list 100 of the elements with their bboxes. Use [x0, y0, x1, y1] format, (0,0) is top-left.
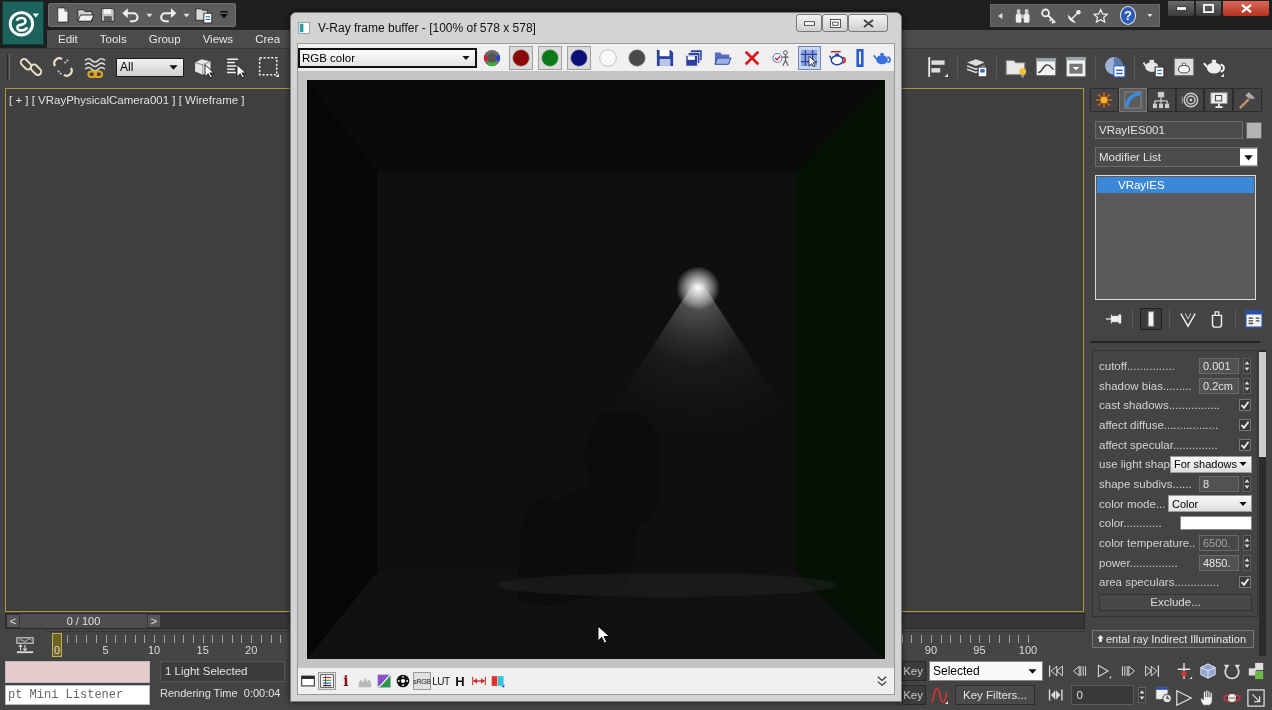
maximize-button[interactable] [1195, 0, 1222, 17]
scrollbar-thumb[interactable] [1259, 352, 1266, 457]
project-folder-icon[interactable] [195, 6, 214, 24]
undo-icon[interactable] [122, 6, 140, 24]
save-icon[interactable] [100, 7, 117, 23]
corrections-button[interactable] [318, 672, 336, 690]
exclude-button[interactable]: Exclude... [1099, 593, 1252, 611]
close-button[interactable] [1222, 0, 1270, 17]
go-to-start-icon[interactable] [1048, 663, 1064, 679]
spinner-field[interactable]: 4850. [1199, 554, 1239, 571]
dashed-rectangle-icon[interactable] [258, 56, 280, 78]
time-slider-thumb[interactable]: < 0 / 100 > [6, 614, 161, 628]
cube-icon[interactable] [1199, 662, 1217, 680]
spinner-arrows-icon[interactable] [1242, 535, 1252, 552]
dropdown[interactable]: Color [1168, 495, 1252, 513]
waves-chain-icon[interactable] [84, 56, 106, 78]
spinner-arrows-icon[interactable] [1242, 377, 1252, 394]
color-swatch-icon[interactable] [1180, 516, 1252, 531]
key-button[interactable]: Key [902, 685, 926, 705]
color-swatch-icon[interactable] [1246, 121, 1262, 139]
bar-arrows-icon[interactable] [1048, 687, 1064, 703]
configure-button[interactable] [1243, 308, 1265, 330]
next-frame-button[interactable]: > [147, 614, 161, 628]
double-chevron-icon[interactable] [876, 675, 888, 687]
current-frame-marker[interactable] [52, 633, 62, 657]
frame-field[interactable]: 0 [1071, 685, 1134, 705]
modifier-list-dropdown[interactable]: Modifier List [1095, 147, 1258, 167]
viewport-label[interactable]: [ + ] [ VRayPhysicalCamera001 ] [ Wireframe ] [9, 94, 245, 106]
menu-caret-icon[interactable] [219, 10, 229, 20]
window-clock-icon[interactable] [1154, 686, 1172, 704]
spinner-field[interactable]: 8 [1199, 475, 1239, 492]
channel-dropdown[interactable]: RGB color [298, 47, 477, 68]
help-button[interactable]: ? [1119, 6, 1137, 25]
chain-link-icon[interactable] [20, 56, 42, 78]
u-shape-icon[interactable] [1223, 662, 1241, 680]
selection-filter-dropdown[interactable]: All [116, 57, 184, 77]
go-to-end-icon[interactable] [1144, 663, 1160, 679]
scrollbar[interactable] [1259, 350, 1266, 656]
toolbar-grip[interactable] [7, 54, 10, 80]
spinner-arrows-icon[interactable] [1242, 357, 1252, 374]
spinner-field[interactable]: 0.001 [1199, 357, 1239, 374]
align-icon[interactable] [927, 56, 949, 78]
caret-icon[interactable] [145, 11, 153, 19]
region-render-button[interactable] [797, 45, 822, 70]
binoculars-icon[interactable] [1014, 6, 1030, 25]
spinner-arrows-icon[interactable] [1242, 475, 1252, 492]
play-icon[interactable] [1096, 663, 1112, 679]
spinner-arrows-icon[interactable] [1136, 687, 1147, 703]
key-filters-button[interactable]: Key Filters... [955, 685, 1035, 705]
key-button[interactable]: Key [902, 661, 926, 681]
previous-frame-button[interactable]: < [6, 614, 20, 628]
window-button[interactable] [299, 672, 317, 690]
command-panel-tab[interactable] [1175, 88, 1205, 112]
text-tool-button[interactable]: LUT [432, 672, 450, 690]
rollout-header-button[interactable]: ental ray Indirect Illumination [1092, 629, 1254, 648]
text-tool-button[interactable]: H [451, 672, 469, 690]
app-menu-button[interactable] [2, 1, 44, 45]
dropdown[interactable]: For shadows [1169, 455, 1252, 473]
maximize-button[interactable] [822, 14, 848, 32]
open-folder-icon[interactable] [76, 6, 95, 24]
close-button[interactable] [848, 14, 888, 32]
curve-button[interactable] [375, 672, 393, 690]
triangle-left-icon[interactable] [997, 11, 1004, 20]
menu-item[interactable]: Group [148, 33, 181, 45]
exposure-button[interactable] [394, 672, 412, 690]
cube-cursor-icon[interactable] [194, 56, 216, 78]
command-panel-tab[interactable] [1204, 88, 1233, 112]
previous-frame-icon[interactable] [1072, 663, 1088, 679]
menu-item[interactable]: Crea [255, 33, 281, 45]
star-icon[interactable] [1093, 6, 1109, 25]
key-mode-dropdown[interactable]: Selected [929, 661, 1043, 681]
modifier-stack-item[interactable]: VRayIES [1097, 177, 1254, 193]
show-end-result-button[interactable] [1140, 308, 1162, 330]
spinner-field[interactable]: 0.2cm [1199, 377, 1239, 394]
key-icon[interactable] [1041, 6, 1057, 25]
caret-icon[interactable] [1147, 12, 1153, 19]
next-frame-icon[interactable] [1120, 663, 1136, 679]
menu-item[interactable]: Views [202, 33, 234, 45]
command-panel-tab[interactable] [1090, 88, 1119, 112]
schematic-window-icon[interactable] [1065, 56, 1087, 78]
curve-window-icon[interactable] [1035, 56, 1057, 78]
caret-icon[interactable] [182, 11, 190, 19]
command-panel-tab[interactable] [1147, 88, 1176, 112]
maxscript-output-field[interactable]: pt Mini Listener [5, 685, 150, 705]
checkbox[interactable] [1239, 399, 1251, 412]
sphere-document-icon[interactable] [1104, 56, 1126, 78]
broken-chain-icon[interactable] [52, 56, 74, 78]
object-name-field[interactable]: VRayIES001 [1095, 121, 1243, 139]
new-document-icon[interactable] [55, 7, 71, 23]
checkbox[interactable] [1239, 438, 1251, 451]
text-tool-button[interactable]: i [337, 672, 355, 690]
minimize-button[interactable] [1167, 0, 1195, 17]
layers-icon[interactable] [966, 56, 988, 78]
menu-item[interactable]: Tools [99, 33, 127, 45]
checkbox[interactable] [1239, 418, 1251, 431]
maxscript-input-field[interactable] [5, 661, 150, 683]
menu-item[interactable]: Edit [58, 33, 78, 45]
command-panel-tab[interactable] [1232, 88, 1262, 112]
stacked-boxes-icon[interactable] [1247, 662, 1265, 680]
list-cursor-icon[interactable] [226, 56, 248, 78]
